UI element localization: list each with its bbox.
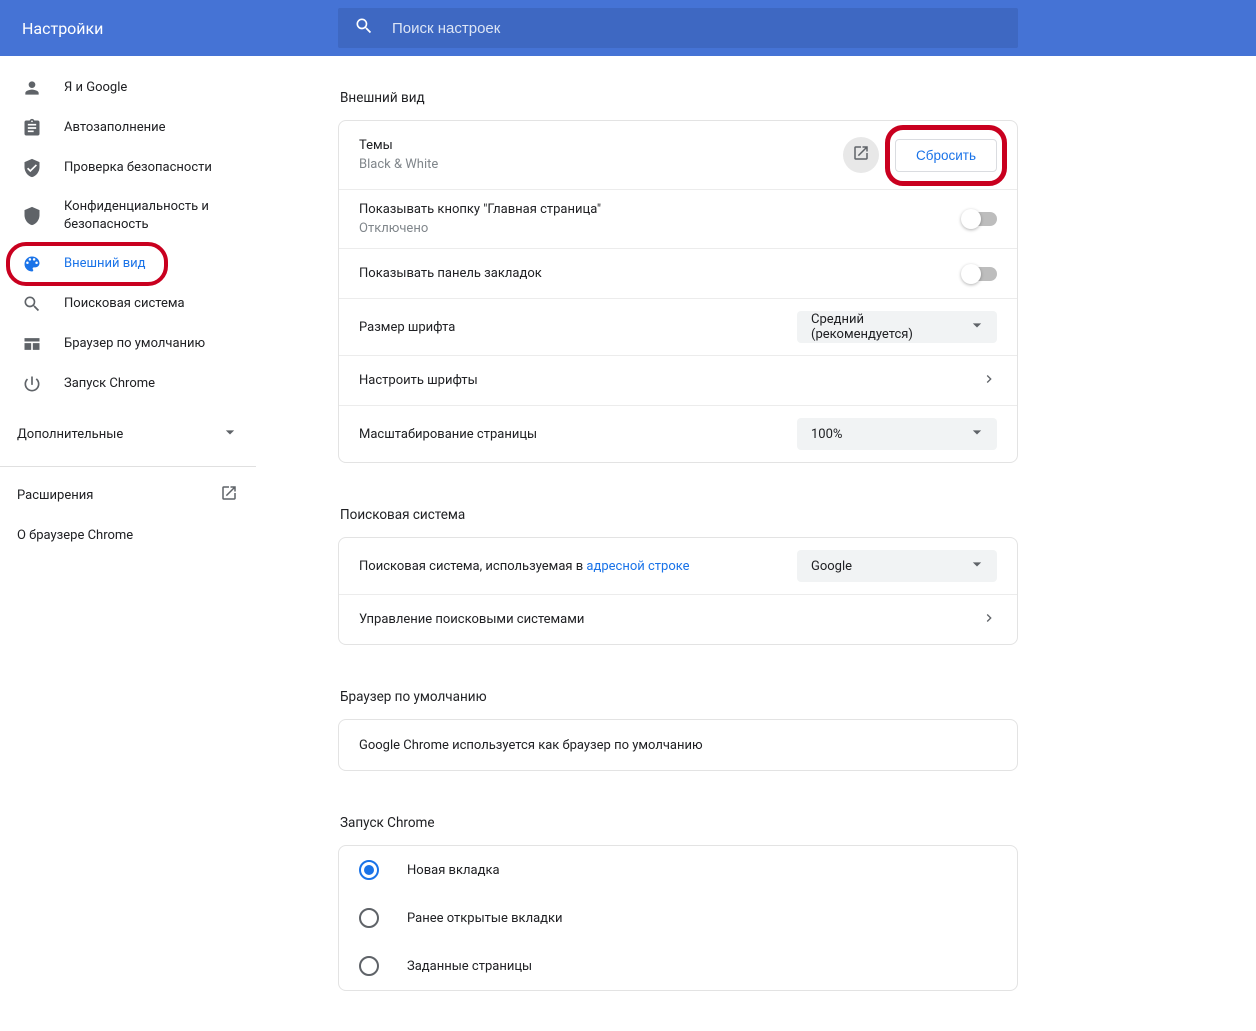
shield-icon: [22, 206, 42, 226]
chevron-down-icon: [220, 422, 240, 446]
search-section-title: Поисковая система: [340, 507, 1018, 523]
sidebar-item-label: Проверка безопасности: [64, 159, 212, 177]
bookmarks-bar-row: Показывать панель закладок: [339, 248, 1017, 298]
sidebar-extensions-link[interactable]: Расширения: [0, 475, 256, 515]
palette-icon: [22, 254, 42, 274]
sidebar-item-search-engine[interactable]: Поисковая система: [0, 284, 256, 324]
appearance-card: Темы Black & White Сбросить Показывать к…: [338, 120, 1018, 463]
home-button-toggle[interactable]: [963, 212, 997, 226]
customize-fonts-row[interactable]: Настроить шрифты: [339, 355, 1017, 405]
search-icon: [22, 294, 42, 314]
home-button-row: Показывать кнопку "Главная страница" Отк…: [339, 189, 1017, 248]
theme-row[interactable]: Темы Black & White Сбросить: [339, 121, 1017, 189]
open-in-new-icon: [220, 484, 238, 506]
sidebar-advanced-toggle[interactable]: Дополнительные: [0, 414, 256, 454]
content-area: Внешний вид Темы Black & White Сбросить: [256, 56, 1256, 1031]
chevron-right-icon: [981, 371, 997, 391]
manage-search-engines-label: Управление поисковыми системами: [359, 612, 981, 627]
verified-shield-icon: [22, 158, 42, 178]
customize-fonts-label: Настроить шрифты: [359, 373, 981, 388]
sidebar-item-on-startup[interactable]: Запуск Chrome: [0, 364, 256, 404]
default-browser-section-title: Браузер по умолчанию: [340, 689, 1018, 705]
chevron-down-icon: [967, 315, 987, 339]
default-browser-card: Google Chrome используется как браузер п…: [338, 719, 1018, 771]
font-size-label: Размер шрифта: [359, 320, 797, 335]
font-size-row: Размер шрифта Средний (рекомендуется): [339, 298, 1017, 355]
default-browser-status-text: Google Chrome используется как браузер п…: [359, 738, 997, 753]
search-engine-value: Google: [811, 559, 852, 574]
startup-card: Новая вкладка Ранее открытые вкладки Зад…: [338, 845, 1018, 991]
radio-button[interactable]: [359, 908, 379, 928]
bookmarks-bar-toggle[interactable]: [963, 267, 997, 281]
sidebar: Я и Google Автозаполнение Проверка безоп…: [0, 56, 256, 1031]
assignment-icon: [22, 118, 42, 138]
font-size-select[interactable]: Средний (рекомендуется): [797, 311, 997, 343]
page-zoom-value: 100%: [811, 427, 842, 442]
chevron-down-icon: [967, 422, 987, 446]
theme-reset-button[interactable]: Сбросить: [895, 139, 997, 172]
bookmarks-bar-label: Показывать панель закладок: [359, 266, 963, 281]
sidebar-item-privacy-security[interactable]: Конфиденциальность и безопасность: [0, 188, 256, 244]
chevron-right-icon: [981, 610, 997, 630]
sidebar-advanced-label: Дополнительные: [17, 427, 123, 442]
theme-open-external-button[interactable]: [843, 137, 879, 173]
startup-option-continue[interactable]: Ранее открытые вкладки: [339, 894, 1017, 942]
sidebar-item-label: Я и Google: [64, 79, 127, 97]
startup-option-label: Новая вкладка: [407, 863, 500, 878]
theme-value: Black & White: [359, 157, 843, 172]
search-engine-select[interactable]: Google: [797, 550, 997, 582]
sidebar-item-appearance[interactable]: Внешний вид: [0, 244, 256, 284]
sidebar-item-label: Внешний вид: [64, 255, 146, 273]
startup-option-specific-pages[interactable]: Заданные страницы: [339, 942, 1017, 990]
top-bar: Настройки: [0, 0, 1256, 56]
font-size-value: Средний (рекомендуется): [811, 312, 967, 342]
manage-search-engines-row[interactable]: Управление поисковыми системами: [339, 594, 1017, 644]
search-engine-row: Поисковая система, используемая в адресн…: [339, 538, 1017, 594]
sidebar-item-label: Автозаполнение: [64, 119, 166, 137]
search-box[interactable]: [338, 8, 1018, 48]
search-input[interactable]: [392, 20, 1002, 37]
radio-button[interactable]: [359, 860, 379, 880]
sidebar-item-you-and-google[interactable]: Я и Google: [0, 68, 256, 108]
page-title: Настройки: [22, 19, 338, 38]
search-card: Поисковая система, используемая в адресн…: [338, 537, 1018, 645]
sidebar-about-link[interactable]: О браузере Chrome: [0, 515, 256, 555]
search-engine-label-prefix: Поисковая система, используемая в: [359, 559, 586, 574]
sidebar-extensions-label: Расширения: [17, 488, 93, 503]
sidebar-item-autofill[interactable]: Автозаполнение: [0, 108, 256, 148]
startup-option-label: Ранее открытые вкладки: [407, 911, 563, 926]
appearance-section-title: Внешний вид: [340, 90, 1018, 106]
page-zoom-row: Масштабирование страницы 100%: [339, 405, 1017, 462]
home-button-status: Отключено: [359, 221, 963, 236]
reset-button-highlight: Сбросить: [895, 139, 997, 172]
startup-option-label: Заданные страницы: [407, 959, 532, 974]
search-engine-label: Поисковая система, используемая в адресн…: [359, 559, 797, 574]
power-icon: [22, 374, 42, 394]
sidebar-item-safety-check[interactable]: Проверка безопасности: [0, 148, 256, 188]
sidebar-item-label: Конфиденциальность и безопасность: [64, 198, 224, 234]
page-zoom-select[interactable]: 100%: [797, 418, 997, 450]
sidebar-item-label: Браузер по умолчанию: [64, 335, 205, 353]
page-zoom-label: Масштабирование страницы: [359, 427, 797, 442]
startup-section-title: Запуск Chrome: [340, 815, 1018, 831]
sidebar-item-label: Поисковая система: [64, 295, 185, 313]
startup-option-new-tab[interactable]: Новая вкладка: [339, 846, 1017, 894]
home-button-label: Показывать кнопку "Главная страница": [359, 202, 963, 217]
web-icon: [22, 334, 42, 354]
open-in-new-icon: [852, 144, 870, 166]
person-icon: [22, 78, 42, 98]
theme-label: Темы: [359, 138, 843, 153]
sidebar-item-label: Запуск Chrome: [64, 375, 155, 393]
chevron-down-icon: [967, 554, 987, 578]
address-bar-link[interactable]: адресной строке: [586, 559, 689, 574]
default-browser-status-row: Google Chrome используется как браузер п…: [339, 720, 1017, 770]
radio-button[interactable]: [359, 956, 379, 976]
search-icon: [354, 16, 392, 40]
sidebar-divider: [0, 466, 256, 467]
sidebar-item-default-browser[interactable]: Браузер по умолчанию: [0, 324, 256, 364]
sidebar-about-label: О браузере Chrome: [17, 528, 133, 543]
